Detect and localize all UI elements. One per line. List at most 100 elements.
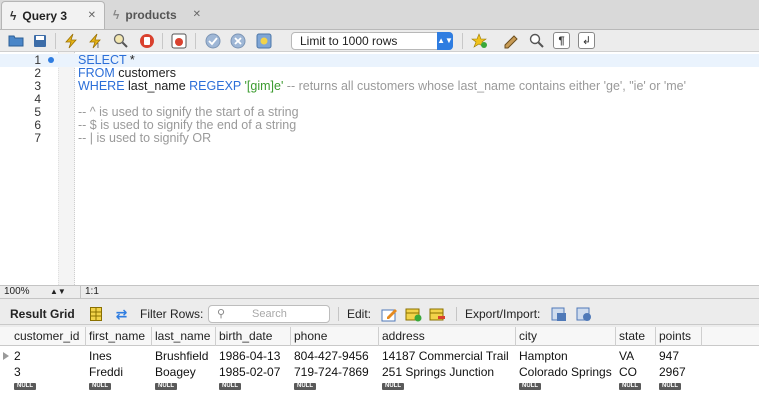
result-toolbar: Result Grid ⇄ Filter Rows: ⚲ Search Edit…	[0, 303, 759, 325]
table-cell[interactable]: 3	[11, 364, 86, 380]
null-badge: NULL	[219, 383, 241, 391]
table-cell[interactable]: 804-427-9456	[291, 348, 379, 364]
export-icon[interactable]	[551, 306, 568, 322]
table-cell[interactable]: 719-724-7869	[291, 364, 379, 380]
code-token: WHERE	[78, 79, 125, 93]
table-cell[interactable]: VA	[616, 348, 656, 364]
table-cell[interactable]: 947	[656, 348, 702, 364]
table-cell[interactable]: 2	[11, 348, 86, 364]
table-cell[interactable]: Colorado Springs	[516, 364, 616, 380]
lightning-icon: ϟ	[10, 8, 17, 23]
zoom-level[interactable]: 100%	[4, 286, 30, 298]
line-number: 7	[34, 131, 41, 145]
table-cell[interactable]: 1986-04-13	[216, 348, 291, 364]
table-cell[interactable]: 14187 Commercial Trail	[379, 348, 516, 364]
rollback-icon[interactable]	[229, 32, 246, 49]
refresh-icon[interactable]: ⇄	[113, 306, 130, 322]
invisible-chars-icon[interactable]: ¶	[553, 32, 570, 49]
current-statement-marker-icon	[48, 57, 54, 63]
column-header-state[interactable]: state	[616, 327, 656, 346]
stop-on-error-icon[interactable]	[170, 32, 187, 49]
code-line[interactable]: 7 -- | is used to signify OR	[0, 132, 759, 145]
code-token: -- $ is used to signify the end of a str…	[78, 118, 297, 132]
tab-query-3[interactable]: ϟ Query 3 ✕	[1, 1, 105, 29]
tab-label: products	[125, 8, 177, 22]
table-cell[interactable]: Hampton	[516, 348, 616, 364]
edit-label: Edit:	[347, 307, 372, 321]
table-cell[interactable]: Brushfield	[152, 348, 216, 364]
column-header-city[interactable]: city	[516, 327, 616, 346]
table-cell[interactable]: 2967	[656, 364, 702, 380]
tab-bar: ϟ Query 3 ✕ ϟ products ✕	[0, 0, 759, 30]
zoom-stepper-icon[interactable]: ▲▼	[50, 286, 66, 298]
table-cell[interactable]: NULL	[216, 379, 291, 395]
column-header-first-name[interactable]: first_name	[86, 327, 152, 346]
execute-icon[interactable]	[62, 32, 79, 49]
table-cell[interactable]: NULL	[616, 379, 656, 395]
autocommit-icon[interactable]	[255, 32, 272, 49]
import-icon[interactable]	[576, 306, 593, 322]
save-icon[interactable]	[31, 32, 48, 49]
edit-row-icon[interactable]	[381, 306, 398, 322]
code-token: FROM	[78, 66, 115, 80]
table-row[interactable]: 2 Ines Brushfield 1986-04-13 804-427-9456 141…	[0, 348, 759, 364]
column-header-phone[interactable]: phone	[291, 327, 379, 346]
tab-products[interactable]: ϟ products ✕	[105, 1, 209, 29]
column-header-birth-date[interactable]: birth_date	[216, 327, 291, 346]
table-cell[interactable]: Freddi	[86, 364, 152, 380]
null-badge: NULL	[155, 383, 177, 391]
table-cell[interactable]: NULL	[11, 379, 86, 395]
filter-rows-label: Filter Rows:	[140, 307, 204, 321]
table-cell[interactable]: 1985-02-07	[216, 364, 291, 380]
column-header-points[interactable]: points	[656, 327, 702, 346]
execute-current-icon[interactable]: I	[87, 32, 104, 49]
result-grid[interactable]: customer_id first_name last_name birth_date…	[0, 327, 759, 417]
table-cell[interactable]: NULL	[656, 379, 702, 395]
table-row[interactable]: 3 Freddi Boagey 1985-02-07 719-724-7869 251 S…	[0, 364, 759, 380]
column-header-address[interactable]: address	[379, 327, 516, 346]
export-import-label: Export/Import:	[465, 307, 541, 321]
null-badge: NULL	[382, 383, 404, 391]
table-cell[interactable]: Boagey	[152, 364, 216, 380]
new-row[interactable]: NULL NULL NULL NULL NULL NULL NULL NULL NULL	[0, 379, 759, 395]
code-line[interactable]: 3 WHERE last_name REGEXP '[gim]e' -- retu…	[0, 80, 759, 93]
explain-icon[interactable]	[112, 32, 129, 49]
sql-editor[interactable]: 1 SELECT * 2 FROM customers 3 WHERE last_name…	[0, 52, 759, 285]
code-token: -- ^ is used to signify the start of a s…	[78, 105, 299, 119]
editor-status-bar: 100% ▲▼ 1:1	[0, 285, 759, 299]
table-cell[interactable]: CO	[616, 364, 656, 380]
null-badge: NULL	[519, 383, 541, 391]
chevron-updown-icon: ▲▼	[437, 32, 453, 50]
code-token: '[gim]e'	[244, 79, 284, 93]
table-cell[interactable]: 251 Springs Junction	[379, 364, 516, 380]
beautify-icon[interactable]	[503, 32, 520, 49]
search-placeholder: Search	[252, 308, 287, 320]
grid-view-icon[interactable]	[87, 306, 104, 322]
table-cell[interactable]: NULL	[86, 379, 152, 395]
code-token: customers	[114, 66, 176, 80]
null-badge: NULL	[89, 383, 111, 391]
result-grid-label[interactable]: Result Grid	[10, 307, 75, 321]
column-header-last-name[interactable]: last_name	[152, 327, 216, 346]
null-badge: NULL	[14, 383, 36, 391]
table-cell[interactable]: NULL	[291, 379, 379, 395]
close-icon[interactable]: ✕	[88, 10, 96, 21]
close-icon[interactable]: ✕	[193, 9, 201, 20]
table-cell[interactable]: NULL	[152, 379, 216, 395]
add-row-icon[interactable]	[405, 306, 422, 322]
delete-row-icon[interactable]	[429, 306, 446, 322]
filter-rows-input[interactable]: ⚲ Search	[208, 305, 330, 323]
limit-rows-select[interactable]: Limit to 1000 rows ▲▼	[291, 32, 453, 50]
find-icon[interactable]	[528, 32, 545, 49]
folder-icon[interactable]	[7, 32, 24, 49]
row-pointer-icon	[3, 352, 9, 360]
wrap-icon[interactable]: ↲	[578, 32, 595, 49]
column-header-customer-id[interactable]: customer_id	[11, 327, 86, 346]
table-cell[interactable]: NULL	[379, 379, 516, 395]
grid-header: customer_id first_name last_name birth_date…	[0, 327, 759, 346]
table-cell[interactable]: NULL	[516, 379, 616, 395]
table-cell[interactable]: Ines	[86, 348, 152, 364]
stop-icon[interactable]	[138, 32, 155, 49]
commit-icon[interactable]	[204, 32, 221, 49]
bookmark-icon[interactable]	[471, 32, 488, 49]
